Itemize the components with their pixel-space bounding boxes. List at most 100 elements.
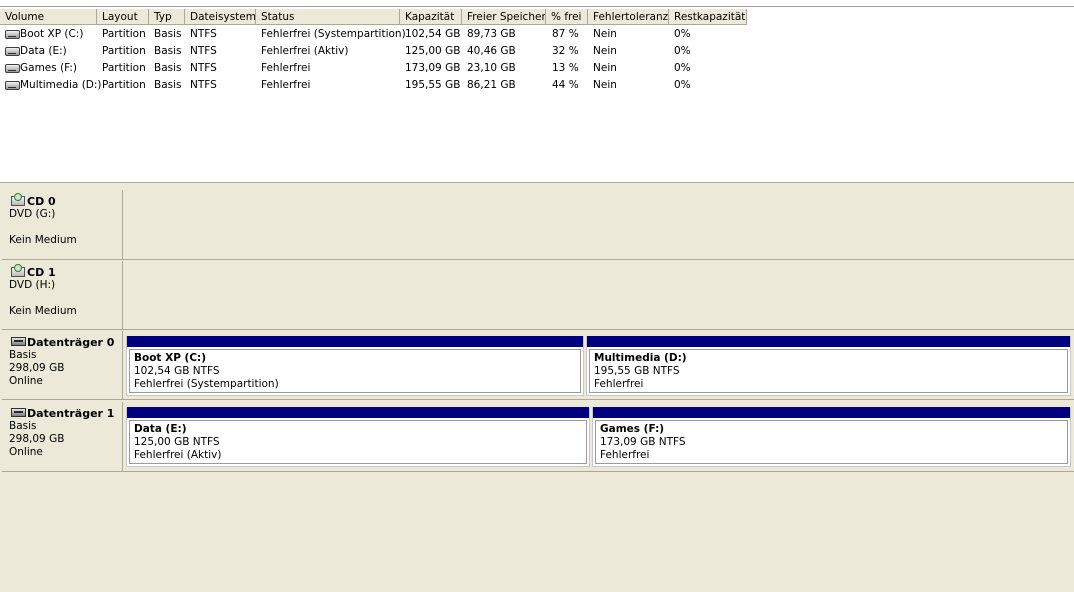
disk-title: CD 1 bbox=[27, 266, 56, 279]
partition-color-bar bbox=[593, 407, 1070, 418]
partition-size: 125,00 GB NTFS bbox=[134, 436, 220, 448]
disk-status: Online bbox=[9, 446, 43, 458]
status-value: Fehlerfrei (Aktiv) bbox=[261, 45, 349, 57]
hard-disk-icon bbox=[11, 408, 26, 417]
layout-value: Partition bbox=[102, 45, 146, 57]
disk-status: Kein Medium bbox=[9, 305, 77, 317]
capacity-value: 102,54 GB bbox=[405, 28, 461, 40]
cd-drive-icon bbox=[11, 193, 25, 206]
disk-type: Basis bbox=[9, 420, 37, 432]
disk-label[interactable]: CD 1 DVD (H:) Kein Medium bbox=[2, 261, 123, 329]
disk-content-empty bbox=[124, 190, 1074, 259]
disk-row-cd1[interactable]: CD 1 DVD (H:) Kein Medium bbox=[2, 261, 1074, 330]
free-space-value: 86,21 GB bbox=[467, 79, 516, 91]
volume-name: Games (F:) bbox=[20, 62, 78, 74]
filesystem-value: NTFS bbox=[190, 62, 217, 74]
partition-name: Boot XP (C:) bbox=[134, 352, 207, 364]
capacity-value: 173,09 GB bbox=[405, 62, 461, 74]
fault-tolerance-value: Nein bbox=[593, 45, 617, 57]
disk-row-datentraeger-1[interactable]: Datenträger 1 Basis 298,09 GB Online Dat… bbox=[2, 402, 1074, 472]
column-header-layout[interactable]: Layout bbox=[97, 9, 149, 25]
hard-disk-icon bbox=[11, 337, 26, 346]
partition-status: Fehlerfrei bbox=[600, 449, 650, 461]
overhead-value: 0% bbox=[674, 79, 691, 91]
disk-title: Datenträger 1 bbox=[27, 407, 115, 420]
typ-value: Basis bbox=[154, 45, 182, 57]
column-header-kapazitaet[interactable]: Kapazität bbox=[400, 9, 462, 25]
column-header-row: Volume Layout Typ Dateisystem Status Kap… bbox=[0, 9, 1074, 25]
partition-area: Boot XP (C:) 102,54 GB NTFS Fehlerfrei (… bbox=[124, 331, 1074, 399]
partition-name: Games (F:) bbox=[600, 423, 665, 435]
cd-drive-icon bbox=[11, 264, 25, 277]
volume-name: Boot XP (C:) bbox=[20, 28, 84, 40]
capacity-value: 125,00 GB bbox=[405, 45, 461, 57]
typ-value: Basis bbox=[154, 62, 182, 74]
drive-icon bbox=[5, 81, 20, 90]
column-header-status[interactable]: Status bbox=[256, 9, 400, 25]
partition-boot-xp[interactable]: Boot XP (C:) 102,54 GB NTFS Fehlerfrei (… bbox=[126, 336, 584, 396]
partition-name: Multimedia (D:) bbox=[594, 352, 687, 364]
disk-title: Datenträger 0 bbox=[27, 336, 115, 349]
percent-free-value: 87 % bbox=[552, 28, 579, 40]
partition-games[interactable]: Games (F:) 173,09 GB NTFS Fehlerfrei bbox=[592, 407, 1071, 467]
disk-view: CD 0 DVD (G:) Kein Medium CD 1 DVD (H:) … bbox=[0, 188, 1074, 592]
capacity-value: 195,55 GB bbox=[405, 79, 461, 91]
column-header-prozent-frei[interactable]: % frei bbox=[546, 9, 588, 25]
volume-name: Multimedia (D:) bbox=[20, 79, 102, 91]
partition-name: Data (E:) bbox=[134, 423, 187, 435]
disk-size: 298,09 GB bbox=[9, 433, 65, 445]
partition-color-bar bbox=[127, 407, 589, 418]
overhead-value: 0% bbox=[674, 62, 691, 74]
layout-value: Partition bbox=[102, 28, 146, 40]
partition-size: 102,54 GB NTFS bbox=[134, 365, 220, 377]
layout-value: Partition bbox=[102, 79, 146, 91]
filesystem-value: NTFS bbox=[190, 28, 217, 40]
column-header-volume[interactable]: Volume bbox=[0, 9, 97, 25]
volume-row[interactable]: Games (F:) Partition Basis NTFS Fehlerfr… bbox=[0, 60, 760, 77]
percent-free-value: 44 % bbox=[552, 79, 579, 91]
filesystem-value: NTFS bbox=[190, 45, 217, 57]
disk-size: 298,09 GB bbox=[9, 362, 65, 374]
overhead-value: 0% bbox=[674, 28, 691, 40]
volume-row[interactable]: Data (E:) Partition Basis NTFS Fehlerfre… bbox=[0, 43, 760, 60]
partition-multimedia[interactable]: Multimedia (D:) 195,55 GB NTFS Fehlerfre… bbox=[586, 336, 1071, 396]
typ-value: Basis bbox=[154, 79, 182, 91]
free-space-value: 89,73 GB bbox=[467, 28, 516, 40]
partition-area: Data (E:) 125,00 GB NTFS Fehlerfrei (Akt… bbox=[124, 402, 1074, 471]
volume-row[interactable]: Boot XP (C:) Partition Basis NTFS Fehler… bbox=[0, 26, 760, 43]
drive-icon bbox=[5, 64, 20, 73]
partition-status: Fehlerfrei (Aktiv) bbox=[134, 449, 222, 461]
column-header-fehlertoleranz[interactable]: Fehlertoleranz bbox=[588, 9, 669, 25]
percent-free-value: 13 % bbox=[552, 62, 579, 74]
partition-color-bar bbox=[127, 336, 583, 347]
fault-tolerance-value: Nein bbox=[593, 28, 617, 40]
partition-status: Fehlerfrei bbox=[594, 378, 644, 390]
fault-tolerance-value: Nein bbox=[593, 79, 617, 91]
column-header-dateisystem[interactable]: Dateisystem bbox=[185, 9, 256, 25]
disk-label[interactable]: CD 0 DVD (G:) Kein Medium bbox=[2, 190, 123, 259]
disk-label[interactable]: Datenträger 0 Basis 298,09 GB Online bbox=[2, 331, 123, 399]
disk-content-empty bbox=[124, 261, 1074, 329]
column-header-restkapazitaet[interactable]: Restkapazität bbox=[669, 9, 747, 25]
free-space-value: 23,10 GB bbox=[467, 62, 516, 74]
partition-size: 195,55 GB NTFS bbox=[594, 365, 680, 377]
partition-color-bar bbox=[587, 336, 1070, 347]
disk-label[interactable]: Datenträger 1 Basis 298,09 GB Online bbox=[2, 402, 123, 471]
status-value: Fehlerfrei bbox=[261, 62, 311, 74]
disk-status: Online bbox=[9, 375, 43, 387]
drive-icon bbox=[5, 47, 20, 56]
percent-free-value: 32 % bbox=[552, 45, 579, 57]
disk-type: DVD (H:) bbox=[9, 279, 56, 291]
column-header-typ[interactable]: Typ bbox=[149, 9, 185, 25]
disk-row-datentraeger-0[interactable]: Datenträger 0 Basis 298,09 GB Online Boo… bbox=[2, 331, 1074, 400]
status-value: Fehlerfrei bbox=[261, 79, 311, 91]
filesystem-value: NTFS bbox=[190, 79, 217, 91]
status-value: Fehlerfrei (Systempartition) bbox=[261, 28, 406, 40]
partition-data[interactable]: Data (E:) 125,00 GB NTFS Fehlerfrei (Akt… bbox=[126, 407, 590, 467]
layout-value: Partition bbox=[102, 62, 146, 74]
column-header-freier-speicher[interactable]: Freier Speicher bbox=[462, 9, 546, 25]
disk-row-cd0[interactable]: CD 0 DVD (G:) Kein Medium bbox=[2, 190, 1074, 260]
partition-status: Fehlerfrei (Systempartition) bbox=[134, 378, 279, 390]
overhead-value: 0% bbox=[674, 45, 691, 57]
volume-row[interactable]: Multimedia (D:) Partition Basis NTFS Feh… bbox=[0, 77, 760, 94]
